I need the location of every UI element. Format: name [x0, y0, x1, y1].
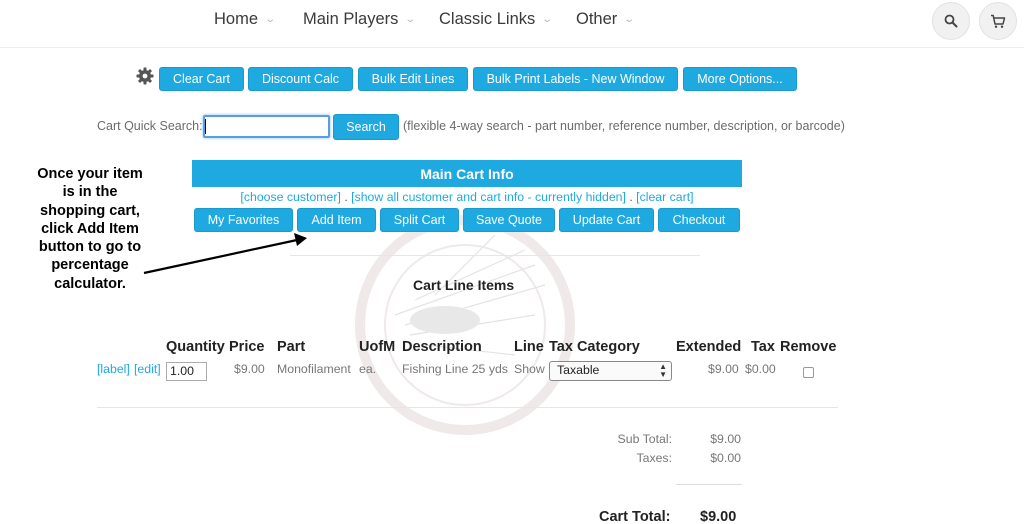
col-header-tax: Tax	[751, 339, 775, 355]
clear-cart-link[interactable]: [clear cart]	[636, 190, 693, 204]
col-header-price: Price	[229, 339, 265, 355]
col-header-extended: Extended	[676, 339, 742, 355]
col-header-remove: Remove	[780, 339, 837, 355]
select-arrows-icon: ▲ ▼	[659, 362, 667, 379]
col-header-description: Description	[402, 339, 482, 355]
col-header-quantity: Quantity	[166, 339, 225, 355]
row-price: $9.00	[234, 362, 265, 376]
cart-total-label: Cart Total:	[599, 509, 671, 524]
cart-info-links: [choose customer] . [show all customer a…	[192, 190, 742, 204]
subtotal-value: $9.00	[710, 432, 741, 446]
cart-total-value: $9.00	[700, 509, 737, 524]
col-header-tax-category: Tax Category	[549, 339, 640, 355]
total-divider	[676, 484, 742, 485]
link-separator: .	[625, 190, 637, 204]
split-cart-button[interactable]: Split Cart	[380, 208, 459, 232]
taxes-label: Taxes:	[636, 451, 672, 465]
tax-category-value: Taxable	[557, 363, 600, 377]
divider	[290, 255, 700, 256]
row-line-show: Show	[514, 362, 545, 376]
choose-customer-link[interactable]: [choose customer]	[240, 190, 340, 204]
col-header-part: Part	[277, 339, 306, 355]
row-tax: $0.00	[745, 362, 776, 376]
col-header-uofm: UofM	[359, 339, 396, 355]
tax-category-select[interactable]: Taxable ▲ ▼	[549, 361, 672, 381]
checkout-button[interactable]: Checkout	[658, 208, 740, 232]
subtotal-label: Sub Total:	[617, 432, 672, 446]
my-favorites-button[interactable]: My Favorites	[194, 208, 293, 232]
label-link[interactable]: [label]	[97, 362, 130, 376]
row-description: Fishing Line 25 yds	[402, 362, 508, 376]
add-item-button[interactable]: Add Item	[297, 208, 376, 232]
row-extended: $9.00	[708, 362, 739, 376]
remove-checkbox[interactable]	[803, 367, 814, 378]
save-quote-button[interactable]: Save Quote	[463, 208, 555, 232]
link-separator: .	[340, 190, 352, 204]
show-all-info-link[interactable]: [show all customer and cart info - curre…	[351, 190, 626, 204]
row-part: Monofilament	[277, 362, 351, 376]
row-uofm: ea.	[359, 362, 377, 376]
main-cart-info-header: Main Cart Info	[192, 160, 742, 187]
cart-line-items-title: Cart Line Items	[413, 277, 515, 293]
col-header-line: Line	[514, 339, 544, 355]
taxes-value: $0.00	[710, 451, 741, 465]
arrow-pointer-icon	[143, 233, 307, 275]
update-cart-button[interactable]: Update Cart	[559, 208, 654, 232]
divider	[97, 407, 838, 408]
edit-link[interactable]: [edit]	[134, 362, 161, 376]
quantity-input[interactable]: 1.00	[166, 362, 207, 381]
